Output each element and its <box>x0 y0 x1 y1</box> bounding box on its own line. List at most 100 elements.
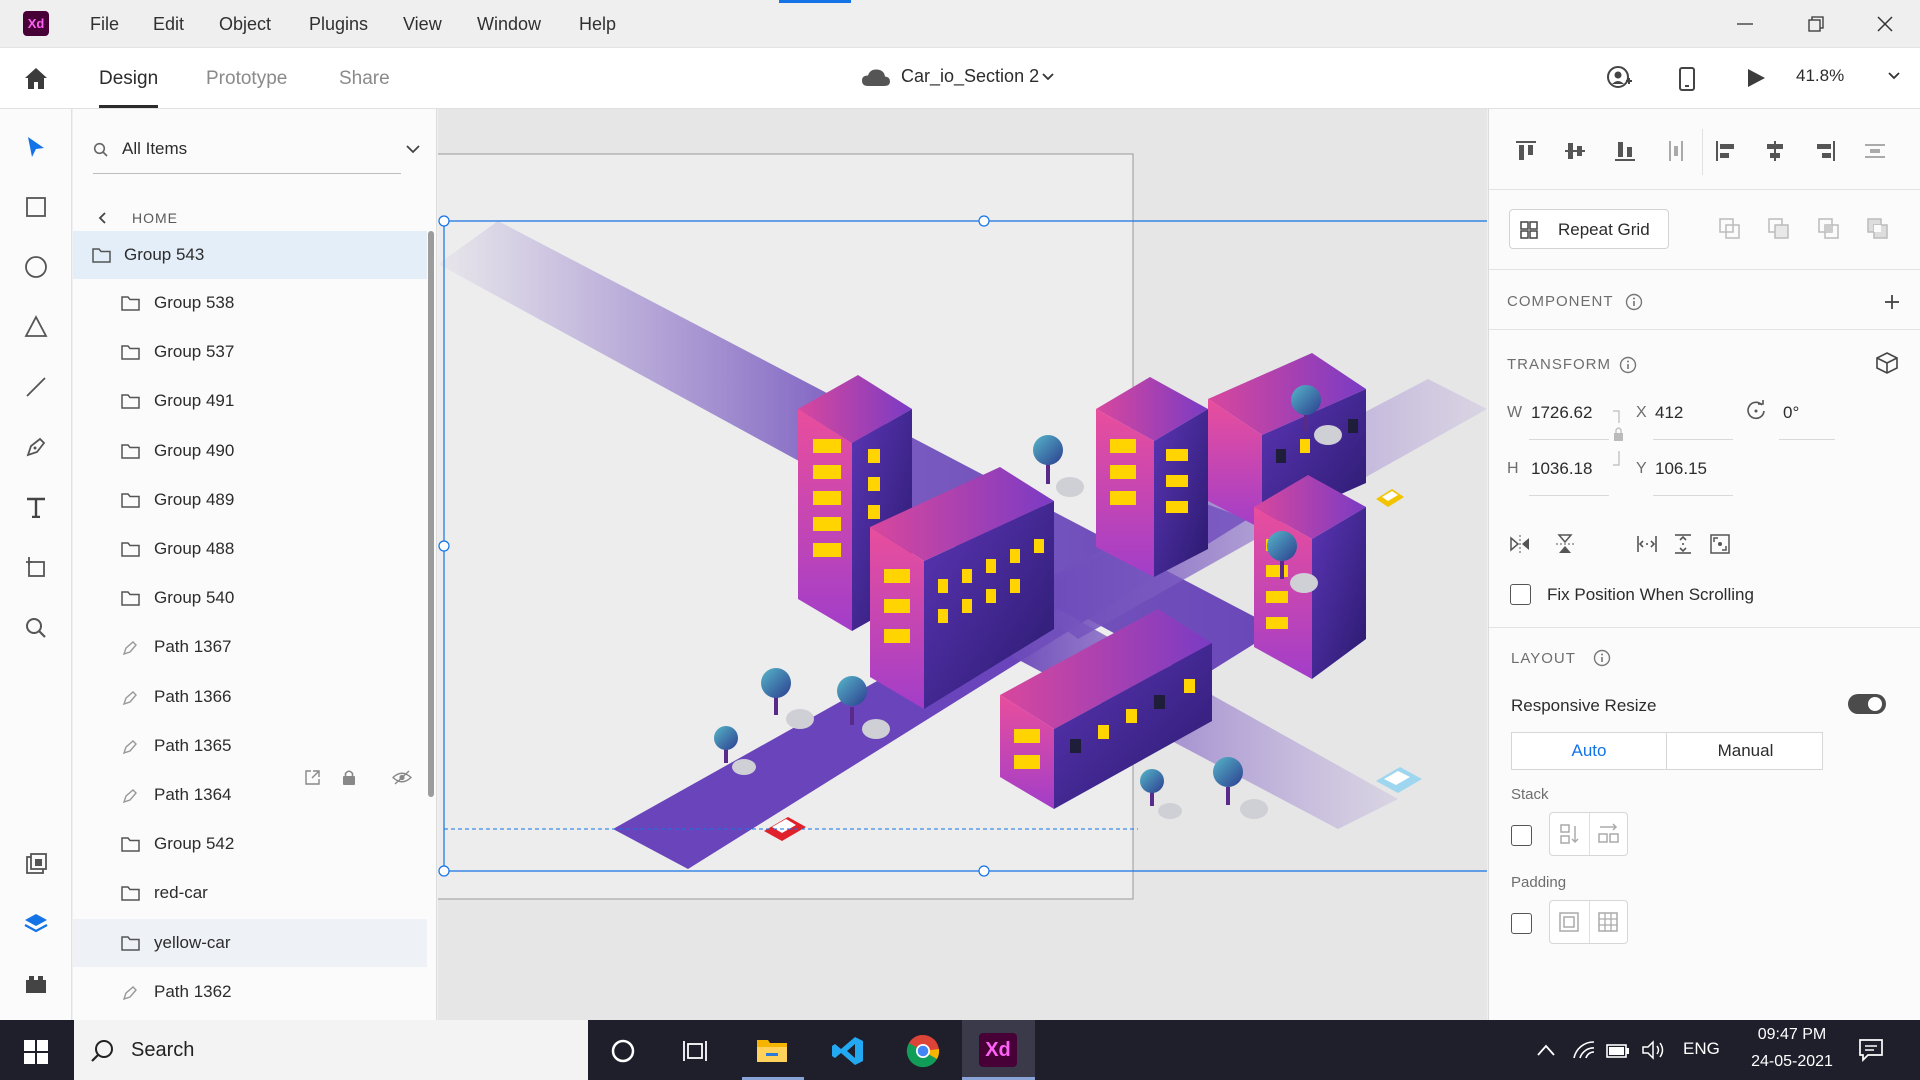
tab-design[interactable]: Design <box>99 48 158 109</box>
layer-row[interactable]: Group 491 <box>73 377 427 425</box>
repeat-grid-button[interactable]: Repeat Grid <box>1509 209 1669 249</box>
home-icon[interactable] <box>23 66 49 90</box>
layer-row[interactable]: Group 490 <box>73 427 427 475</box>
windows-start-icon[interactable] <box>24 1040 48 1064</box>
stack-vertical-icon[interactable] <box>1559 823 1581 845</box>
polygon-tool-icon[interactable] <box>24 315 48 339</box>
layer-row-selected[interactable]: Group 543 <box>73 231 427 279</box>
play-preview-icon[interactable] <box>1745 67 1767 89</box>
vscode-icon[interactable] <box>831 1035 865 1067</box>
fixed-height-icon[interactable] <box>1672 533 1694 555</box>
assets-icon[interactable] <box>24 852 48 876</box>
layer-row[interactable]: Path 1364 <box>73 771 427 819</box>
mobile-preview-icon[interactable] <box>1678 66 1696 92</box>
volume-icon[interactable] <box>1641 1040 1667 1060</box>
boolean-subtract-icon[interactable] <box>1767 217 1791 241</box>
tab-prototype[interactable]: Prototype <box>206 48 287 109</box>
align-center-icon[interactable] <box>1763 139 1787 163</box>
battery-icon[interactable] <box>1605 1042 1631 1060</box>
y-field[interactable]: 106.15 <box>1655 459 1707 479</box>
align-bottom-icon[interactable] <box>1613 139 1637 163</box>
stack-checkbox[interactable] <box>1511 825 1532 846</box>
filter-chevron-icon[interactable] <box>405 144 421 155</box>
layer-row[interactable]: Path 1362 <box>73 968 427 1016</box>
artwork[interactable] <box>438 109 1487 1020</box>
language-indicator[interactable]: ENG <box>1683 1039 1720 1059</box>
boolean-exclude-icon[interactable] <box>1866 217 1890 241</box>
layer-row[interactable]: yellow-car <box>73 918 427 967</box>
layer-row[interactable]: Group 489 <box>73 476 427 524</box>
lock-aspect-icon[interactable] <box>1611 409 1625 469</box>
flip-horizontal-icon[interactable] <box>1509 533 1531 555</box>
boolean-add-icon[interactable] <box>1718 217 1742 241</box>
share-user-icon[interactable] <box>1606 65 1634 91</box>
layer-row[interactable]: Path 1367 <box>73 623 427 671</box>
distribute-vertical-icon[interactable] <box>1664 139 1688 163</box>
pen-tool-icon[interactable] <box>24 435 48 459</box>
select-tool-icon[interactable] <box>25 135 47 159</box>
layers-scrollbar[interactable] <box>428 231 434 797</box>
chevron-down-icon[interactable] <box>1041 72 1055 82</box>
zoom-chevron-icon[interactable] <box>1887 71 1901 81</box>
distribute-horizontal-icon[interactable] <box>1863 139 1887 163</box>
layer-row[interactable]: Group 488 <box>73 525 427 573</box>
auto-button[interactable]: Auto <box>1512 733 1667 769</box>
notifications-icon[interactable] <box>1858 1038 1884 1062</box>
wifi-icon[interactable] <box>1572 1040 1596 1060</box>
responsive-resize-toggle[interactable] <box>1848 694 1886 714</box>
xd-taskbar-button[interactable]: Xd <box>962 1020 1035 1080</box>
taskbar-search[interactable]: Search <box>74 1020 588 1080</box>
tray-chevron-up-icon[interactable] <box>1536 1043 1556 1057</box>
menu-object[interactable]: Object <box>219 0 271 48</box>
clock-date[interactable]: 24-05-2021 <box>1737 1053 1847 1071</box>
restore-icon[interactable] <box>1806 14 1826 34</box>
layer-row[interactable]: Group 537 <box>73 328 427 376</box>
add-component-icon[interactable] <box>1883 293 1901 311</box>
manual-button[interactable]: Manual <box>1668 733 1823 769</box>
external-link-icon[interactable] <box>304 769 321 786</box>
menu-help[interactable]: Help <box>579 0 616 48</box>
layer-row[interactable]: Group 540 <box>73 574 427 622</box>
blue-car[interactable] <box>1376 767 1422 793</box>
artboard-tool-icon[interactable] <box>24 555 48 579</box>
layers-icon[interactable] <box>23 912 49 936</box>
document-title[interactable]: Car_io_Section 2 <box>901 66 1039 87</box>
minimize-icon[interactable] <box>1735 14 1755 34</box>
clock-time[interactable]: 09:47 PM <box>1747 1026 1837 1044</box>
fixed-width-icon[interactable] <box>1636 533 1658 555</box>
layer-row[interactable]: Group 542 <box>73 820 427 868</box>
align-middle-icon[interactable] <box>1563 139 1587 163</box>
align-right-icon[interactable] <box>1813 139 1837 163</box>
align-left-icon[interactable] <box>1714 139 1738 163</box>
canvas[interactable] <box>438 109 1487 1020</box>
height-field[interactable]: 1036.18 <box>1531 459 1592 479</box>
menu-edit[interactable]: Edit <box>153 0 184 48</box>
info-icon[interactable] <box>1625 293 1643 311</box>
fix-position-checkbox[interactable] <box>1510 584 1531 605</box>
menu-plugins[interactable]: Plugins <box>309 0 368 48</box>
ellipse-tool-icon[interactable] <box>24 255 48 279</box>
hide-eye-icon[interactable] <box>392 770 412 785</box>
stack-horizontal-icon[interactable] <box>1597 823 1621 845</box>
padding-single-icon[interactable] <box>1559 912 1579 932</box>
layer-row[interactable]: Path 1365 <box>73 722 427 770</box>
layer-filter[interactable]: All Items <box>122 139 187 159</box>
align-top-icon[interactable] <box>1514 139 1538 163</box>
scale-icon[interactable] <box>1709 533 1731 555</box>
layer-row[interactable]: Group 538 <box>73 279 427 327</box>
zoom-tool-icon[interactable] <box>24 616 48 640</box>
zoom-level[interactable]: 41.8% <box>1796 66 1844 86</box>
menu-file[interactable]: File <box>90 0 119 48</box>
cortana-icon[interactable] <box>610 1038 636 1064</box>
padding-checkbox[interactable] <box>1511 913 1532 934</box>
yellow-car[interactable] <box>1376 489 1404 507</box>
info-icon[interactable] <box>1619 356 1637 374</box>
width-field[interactable]: 1726.62 <box>1531 403 1592 423</box>
chrome-icon[interactable] <box>906 1034 940 1068</box>
menu-window[interactable]: Window <box>477 0 541 48</box>
boolean-intersect-icon[interactable] <box>1817 217 1841 241</box>
task-view-icon[interactable] <box>682 1038 710 1064</box>
x-field[interactable]: 412 <box>1655 403 1683 423</box>
layer-row[interactable]: red-car <box>73 869 427 917</box>
rotation-field[interactable]: 0° <box>1783 403 1799 423</box>
